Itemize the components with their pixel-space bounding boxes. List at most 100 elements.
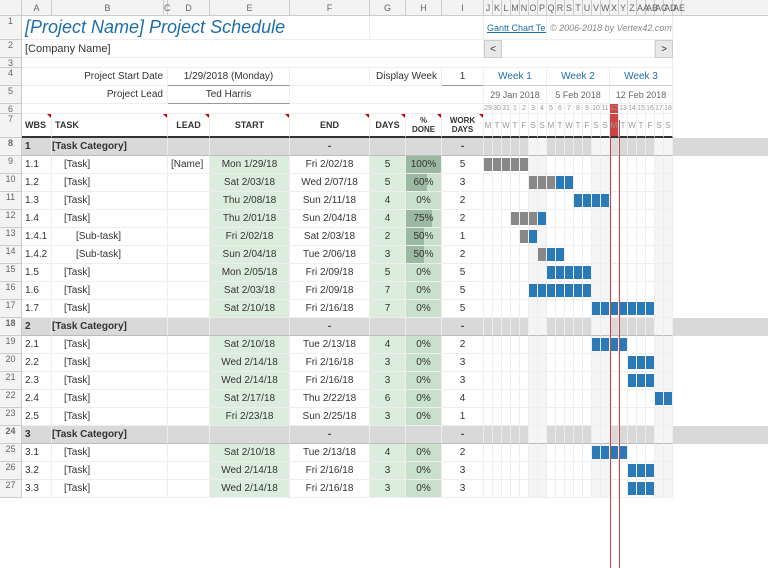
cell-pct[interactable]: 50% — [406, 246, 442, 264]
cell-pct[interactable]: 100% — [406, 156, 442, 174]
hdr-days[interactable]: DAYS — [370, 114, 406, 138]
cell-wbs[interactable]: 1.4.1 — [22, 228, 52, 246]
row-header[interactable]: 1 — [0, 16, 22, 40]
cell-work[interactable]: 5 — [442, 282, 484, 300]
cell-days[interactable]: 5 — [370, 264, 406, 282]
cell-lead[interactable] — [168, 192, 210, 210]
cell-days[interactable]: 3 — [370, 480, 406, 498]
cell-pct[interactable]: 0% — [406, 372, 442, 390]
cell-days[interactable]: 3 — [370, 354, 406, 372]
col-header-Q[interactable]: Q — [547, 0, 556, 15]
cell-lead[interactable] — [168, 138, 210, 156]
cell-task[interactable]: [Task] — [52, 174, 168, 192]
cell-start[interactable]: Sat 2/10/18 — [210, 300, 290, 318]
cell-work[interactable]: 3 — [442, 372, 484, 390]
cell-pct[interactable]: 0% — [406, 336, 442, 354]
table-row[interactable]: 192.1[Task]Sat 2/10/18Tue 2/13/1840%2 — [0, 336, 768, 354]
col-header-J[interactable]: J — [484, 0, 493, 15]
col-header-T[interactable]: T — [574, 0, 583, 15]
cell-task[interactable]: [Task] — [52, 264, 168, 282]
col-header-K[interactable]: K — [493, 0, 502, 15]
table-row[interactable]: 232.5[Task]Fri 2/23/18Sun 2/25/1830%1 — [0, 408, 768, 426]
cell-start[interactable]: Mon 2/05/18 — [210, 264, 290, 282]
cell-pct[interactable]: 0% — [406, 282, 442, 300]
cell-lead[interactable] — [168, 228, 210, 246]
col-header-W[interactable]: W — [601, 0, 610, 15]
cell-start[interactable]: Wed 2/14/18 — [210, 372, 290, 390]
cell-lead[interactable] — [168, 462, 210, 480]
cell-pct[interactable]: 60% — [406, 174, 442, 192]
cell-days[interactable]: 3 — [370, 372, 406, 390]
cell-wbs[interactable]: 3.1 — [22, 444, 52, 462]
col-header-U[interactable]: U — [583, 0, 592, 15]
col-header-E[interactable]: E — [210, 0, 290, 15]
cell-wbs[interactable]: 1.5 — [22, 264, 52, 282]
cell-start[interactable]: Mon 1/29/18 — [210, 156, 290, 174]
cell-pct[interactable]: 0% — [406, 264, 442, 282]
table-row[interactable]: 182[Task Category]-- — [0, 318, 768, 336]
cell-days[interactable]: 4 — [370, 444, 406, 462]
table-row[interactable]: 91.1[Task][Name]Mon 1/29/18Fri 2/02/1851… — [0, 156, 768, 174]
cell-end[interactable]: Wed 2/07/18 — [290, 174, 370, 192]
cell-start[interactable]: Sat 2/10/18 — [210, 444, 290, 462]
cell-wbs[interactable]: 2.5 — [22, 408, 52, 426]
cell-work[interactable]: 3 — [442, 354, 484, 372]
table-row[interactable]: 212.3[Task]Wed 2/14/18Fri 2/16/1830%3 — [0, 372, 768, 390]
cell-pct[interactable]: 0% — [406, 354, 442, 372]
cell-end[interactable]: Sun 2/11/18 — [290, 192, 370, 210]
cell-wbs[interactable]: 1.7 — [22, 300, 52, 318]
nav-next-button[interactable]: > — [655, 40, 673, 58]
col-header-M[interactable]: M — [511, 0, 520, 15]
cell-work[interactable]: 5 — [442, 264, 484, 282]
table-row[interactable]: 171.7[Task]Sat 2/10/18Fri 2/16/1870%5 — [0, 300, 768, 318]
hdr-task[interactable]: TASK — [52, 114, 168, 138]
cell-end[interactable]: Sun 2/25/18 — [290, 408, 370, 426]
cell-task[interactable]: [Task] — [52, 192, 168, 210]
cell-days[interactable] — [370, 426, 406, 444]
cell-start[interactable]: Wed 2/14/18 — [210, 480, 290, 498]
cell-wbs[interactable]: 2.4 — [22, 390, 52, 408]
cell-lead[interactable] — [168, 174, 210, 192]
col-header-D[interactable]: D — [168, 0, 210, 15]
cell-wbs[interactable]: 1.4.2 — [22, 246, 52, 264]
cell-work[interactable]: 2 — [442, 246, 484, 264]
cell-pct[interactable]: 50% — [406, 228, 442, 246]
cell-task[interactable]: [Task] — [52, 300, 168, 318]
col-header-H[interactable]: H — [406, 0, 442, 15]
cell-lead[interactable] — [168, 480, 210, 498]
cell-end[interactable]: Sun 2/04/18 — [290, 210, 370, 228]
cell-work[interactable]: 2 — [442, 210, 484, 228]
table-row[interactable]: 161.6[Task]Sat 2/03/18Fri 2/09/1870%5 — [0, 282, 768, 300]
cell-task[interactable]: [Task] — [52, 336, 168, 354]
cell-end[interactable]: Thu 2/22/18 — [290, 390, 370, 408]
col-header-O[interactable]: O — [529, 0, 538, 15]
cell-task[interactable]: [Sub-task] — [52, 228, 168, 246]
col-header-AD[interactable]: AD — [664, 0, 673, 15]
cell-start[interactable]: Sun 2/04/18 — [210, 246, 290, 264]
project-title[interactable]: [Project Name] Project Schedule — [22, 16, 370, 40]
cell-end[interactable]: Tue 2/06/18 — [290, 246, 370, 264]
hdr-wbs[interactable]: WBS — [22, 114, 52, 138]
table-row[interactable]: 151.5[Task]Mon 2/05/18Fri 2/09/1850%5 — [0, 264, 768, 282]
cell-wbs[interactable]: 2 — [22, 318, 52, 336]
cell-wbs[interactable]: 2.2 — [22, 354, 52, 372]
cell-end[interactable]: - — [290, 138, 370, 156]
cell-start[interactable]: Thu 2/08/18 — [210, 192, 290, 210]
col-header-Y[interactable]: Y — [619, 0, 628, 15]
cell-days[interactable]: 4 — [370, 336, 406, 354]
cell-days[interactable]: 7 — [370, 300, 406, 318]
table-row[interactable]: 253.1[Task]Sat 2/10/18Tue 2/13/1840%2 — [0, 444, 768, 462]
cell-pct[interactable]: 0% — [406, 462, 442, 480]
table-row[interactable]: 202.2[Task]Wed 2/14/18Fri 2/16/1830%3 — [0, 354, 768, 372]
table-row[interactable]: 81[Task Category]-- — [0, 138, 768, 156]
col-header-AA[interactable]: AA — [637, 0, 646, 15]
cell-pct[interactable]: 0% — [406, 192, 442, 210]
lead-value[interactable]: Ted Harris — [168, 86, 290, 104]
cell-work[interactable]: 2 — [442, 192, 484, 210]
cell-task[interactable]: [Task] — [52, 210, 168, 228]
col-header-AB[interactable]: AB — [646, 0, 655, 15]
cell-task[interactable]: [Task] — [52, 390, 168, 408]
display-week-value[interactable]: 1 — [442, 68, 484, 86]
table-row[interactable]: 243[Task Category]-- — [0, 426, 768, 444]
cell-pct[interactable]: 0% — [406, 390, 442, 408]
